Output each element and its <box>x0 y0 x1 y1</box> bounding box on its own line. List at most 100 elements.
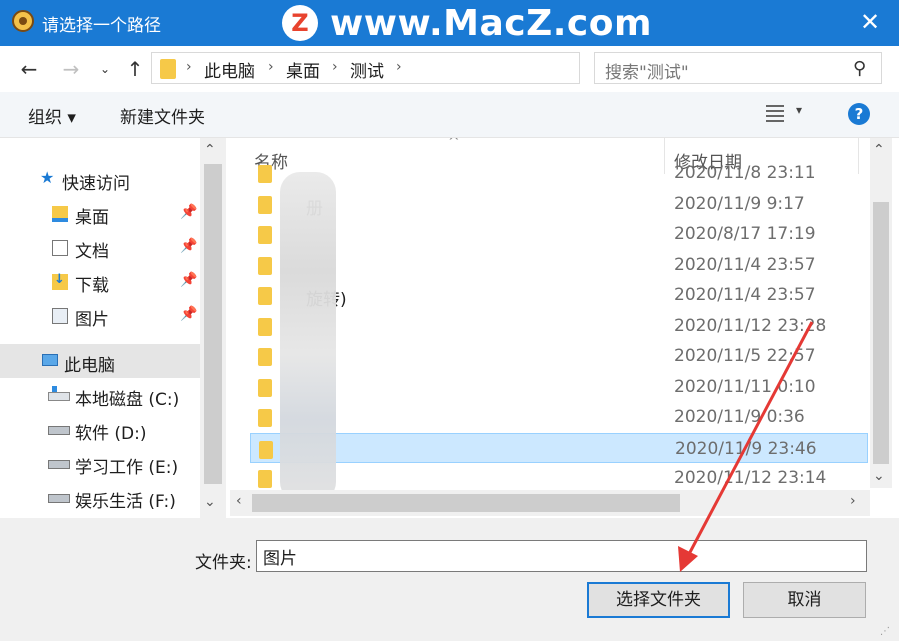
toolbar: 组织 ▾ 新建文件夹 ▾ ? <box>0 92 899 138</box>
folder-icon <box>258 195 272 214</box>
cancel-button[interactable]: 取消 <box>743 582 866 618</box>
nav-drive-c[interactable]: 本地磁盘 (C:) <box>0 378 200 412</box>
file-modified-date: 2020/11/9 0:36 <box>674 407 805 427</box>
folder-icon <box>258 226 272 244</box>
recent-locations-chevron-icon[interactable]: ⌄ <box>96 56 114 82</box>
folder-label: 文件夹: <box>195 553 252 573</box>
file-modified-date: 2020/11/9 9:17 <box>674 193 805 214</box>
file-modified-date: 2020/11/12 23:14 <box>674 468 827 488</box>
nav-item-pictures[interactable]: 图片 📌 <box>0 298 200 332</box>
file-list-vertical-scrollbar[interactable]: ⌃ ⌄ <box>870 138 892 488</box>
drive-icon <box>48 460 70 469</box>
help-icon[interactable]: ? <box>848 103 870 125</box>
scroll-down-chevron-icon[interactable]: ⌄ <box>873 468 885 484</box>
breadcrumb-chevron-icon[interactable]: › <box>268 59 274 75</box>
folder-icon <box>258 378 272 397</box>
nav-quick-access-label: 快速访问 <box>62 174 130 194</box>
breadcrumb-chevron-icon[interactable]: › <box>332 59 338 75</box>
pin-icon[interactable]: 📌 <box>180 272 197 288</box>
scrollbar-thumb[interactable] <box>873 202 889 464</box>
file-row[interactable]: 2020/8/17 17:19 <box>250 219 868 249</box>
nav-item-label: 下载 <box>75 276 109 296</box>
breadcrumb-chevron-icon[interactable]: › <box>186 59 192 75</box>
scroll-up-chevron-icon[interactable]: ⌃ <box>204 142 216 158</box>
nav-item-label: 桌面 <box>75 208 109 228</box>
breadcrumb-test[interactable]: 测试 <box>350 57 384 82</box>
nav-drive-label: 软件 (D:) <box>75 424 147 444</box>
file-row[interactable]: 2020/11/12 23:14 <box>250 463 868 488</box>
pin-icon[interactable]: 📌 <box>180 238 197 254</box>
scroll-left-chevron-icon[interactable]: ‹ <box>236 493 242 509</box>
scrollbar-thumb[interactable] <box>204 164 222 484</box>
file-row[interactable]: 2020/11/12 23:28 <box>250 311 868 341</box>
pictures-icon <box>52 308 68 324</box>
file-row[interactable]: 2020/11/5 22:57 <box>250 341 868 371</box>
folder-name-input[interactable] <box>256 540 867 572</box>
watermark-text: www.MacZ.com <box>330 3 652 44</box>
search-input[interactable]: 搜索"测试" ⚲ <box>594 52 882 84</box>
scroll-down-chevron-icon[interactable]: ⌄ <box>204 494 216 510</box>
close-icon[interactable]: ✕ <box>856 8 884 36</box>
file-row[interactable]: 册2020/11/9 9:17 <box>250 189 868 219</box>
nav-item-desktop[interactable]: 桌面 📌 <box>0 196 200 230</box>
folder-icon <box>259 440 273 459</box>
file-list-horizontal-scrollbar[interactable]: ‹ › <box>230 490 870 516</box>
file-modified-date: 2020/11/5 22:57 <box>674 346 816 366</box>
folder-icon <box>258 165 272 183</box>
folder-icon <box>258 287 272 305</box>
back-arrow-icon[interactable]: ← <box>16 56 42 82</box>
file-row[interactable]: 2020/11/11 0:10 <box>250 372 868 402</box>
scroll-right-chevron-icon[interactable]: › <box>850 493 856 509</box>
nav-item-downloads[interactable]: 下载 📌 <box>0 264 200 298</box>
view-dropdown-chevron-icon[interactable]: ▾ <box>796 103 802 117</box>
file-modified-date: 2020/11/11 0:10 <box>674 376 816 397</box>
nav-item-documents[interactable]: 文档 📌 <box>0 230 200 264</box>
address-bar[interactable]: › 此电脑 › 桌面 › 测试 › ⌄ ↻ <box>151 52 726 84</box>
breadcrumb-desktop[interactable]: 桌面 <box>286 57 320 82</box>
nav-scrollbar[interactable]: ⌃ ⌄ <box>200 138 226 518</box>
file-modified-date: 2020/11/4 23:57 <box>674 254 816 275</box>
blurred-filenames <box>280 172 336 502</box>
scrollbar-thumb[interactable] <box>252 494 680 512</box>
nav-drive-f[interactable]: 娱乐生活 (F:) <box>0 480 200 514</box>
view-options-icon[interactable] <box>766 105 784 123</box>
folder-icon <box>258 470 272 488</box>
star-icon: ★ <box>40 168 55 187</box>
search-icon[interactable]: ⚲ <box>853 58 866 79</box>
file-row[interactable]: 2020/11/8 23:11 <box>250 158 868 188</box>
resize-grip-icon[interactable]: ⋰ <box>880 626 890 637</box>
scroll-up-chevron-icon[interactable]: ⌃ <box>873 142 885 158</box>
breadcrumb-this-pc[interactable]: 此电脑 <box>204 57 255 82</box>
file-row[interactable]: 2020/11/9 23:46 <box>250 432 868 463</box>
breadcrumb-chevron-icon[interactable]: › <box>396 59 402 75</box>
file-modified-date: 2020/11/4 23:57 <box>674 285 816 305</box>
new-folder-button[interactable]: 新建文件夹 <box>120 103 205 128</box>
forward-arrow-icon[interactable]: → <box>58 56 84 82</box>
document-icon <box>52 240 68 256</box>
folder-icon <box>258 409 272 427</box>
nav-item-label: 图片 <box>75 310 109 330</box>
nav-quick-access[interactable]: ★ 快速访问 <box>0 162 200 196</box>
organize-button[interactable]: 组织 ▾ <box>28 103 76 128</box>
download-folder-icon <box>52 272 68 290</box>
file-row[interactable]: 旋转)2020/11/4 23:57 <box>250 280 868 310</box>
folder-icon <box>258 256 272 275</box>
title-bar: 请选择一个路径 Z www.MacZ.com ✕ <box>0 0 899 46</box>
desktop-folder-icon <box>52 206 68 222</box>
nav-drive-label: 娱乐生活 (F:) <box>75 492 176 512</box>
file-row[interactable]: 2020/11/9 0:36 <box>250 402 868 432</box>
select-folder-button[interactable]: 选择文件夹 <box>587 582 730 618</box>
nav-this-pc[interactable]: 此电脑 <box>0 344 200 378</box>
navigation-pane: ★ 快速访问 桌面 📌 文档 📌 下载 📌 图片 📌 此电脑 本地磁盘 (C:)… <box>0 138 226 518</box>
up-arrow-icon[interactable]: ↑ <box>122 56 148 82</box>
nav-item-label: 文档 <box>75 242 109 262</box>
nav-this-pc-label: 此电脑 <box>64 356 115 376</box>
nav-drive-d[interactable]: 软件 (D:) <box>0 412 200 446</box>
drive-icon <box>48 494 70 503</box>
pin-icon[interactable]: 📌 <box>180 204 197 220</box>
pin-icon[interactable]: 📌 <box>180 306 197 322</box>
nav-drive-e[interactable]: 学习工作 (E:) <box>0 446 200 480</box>
watermark-logo: Z <box>282 5 318 41</box>
app-icon <box>12 10 34 32</box>
file-row[interactable]: 2020/11/4 23:57 <box>250 250 868 280</box>
